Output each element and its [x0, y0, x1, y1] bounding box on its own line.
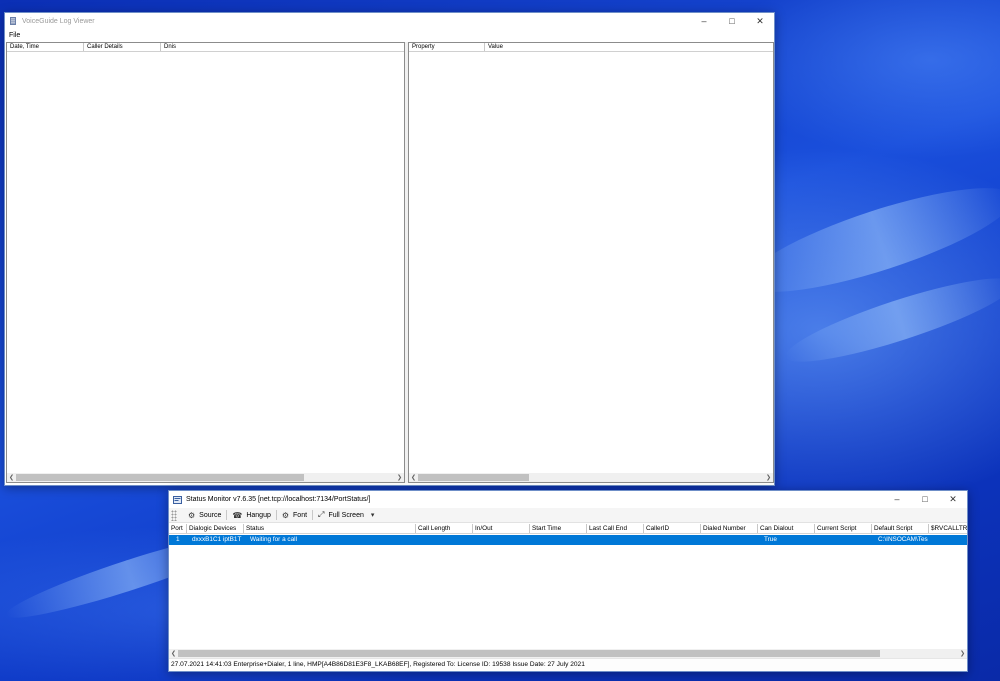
column-can-dialout[interactable]: Can Dialout [758, 524, 815, 533]
table-row[interactable]: 1 dxxxB1C1 iptB1T Waiting for a call Tru… [169, 535, 967, 545]
property-header: Property Value [409, 43, 773, 52]
column-caller-id[interactable]: CallerID [644, 524, 701, 533]
cell-port: 1 [176, 536, 180, 543]
property-pane[interactable]: Property Value ❮ ❯ [408, 42, 774, 483]
close-button[interactable]: ✕ [939, 491, 967, 507]
scroll-left-arrow-icon[interactable]: ❮ [169, 650, 178, 657]
column-value[interactable]: Value [485, 43, 773, 51]
scroll-thumb[interactable] [16, 474, 305, 481]
gear-icon: ⚙ [188, 510, 196, 520]
column-dialed-number[interactable]: Dialed Number [701, 524, 758, 533]
log-list-horizontal-scrollbar[interactable]: ❮ ❯ [7, 473, 404, 482]
close-icon: ✕ [949, 493, 957, 504]
cell-caller-id [644, 535, 701, 545]
hangup-label: Hangup [246, 511, 271, 519]
maximize-icon: □ [922, 494, 928, 504]
cell-call-length [416, 535, 473, 545]
expand-icon: ⤢ [318, 510, 325, 519]
status-monitor-window[interactable]: Status Monitor v7.6.35 [net.tcp://localh… [168, 490, 968, 672]
scroll-left-arrow-icon[interactable]: ❮ [7, 474, 16, 481]
menu-bar: File [5, 29, 774, 41]
log-viewer-app-icon [9, 17, 17, 25]
scroll-thumb[interactable] [178, 650, 880, 657]
column-status[interactable]: Status [244, 524, 416, 533]
cell-in-out [473, 535, 530, 545]
scroll-right-arrow-icon[interactable]: ❯ [395, 474, 404, 481]
property-horizontal-scrollbar[interactable]: ❮ ❯ [409, 473, 773, 482]
log-viewer-window[interactable]: VoiceGuide Log Viewer – □ ✕ File Date, T… [4, 12, 775, 486]
cell-status: Waiting for a call [250, 536, 297, 543]
toolbar-grip-icon[interactable] [171, 509, 177, 521]
column-date-time[interactable]: Date, Time [7, 43, 84, 51]
grid-header: Port Dialogic Devices Status Call Length… [169, 524, 967, 534]
menu-file[interactable]: File [5, 32, 24, 39]
column-property[interactable]: Property [409, 43, 485, 51]
minimize-icon: – [894, 494, 900, 504]
full-screen-label: Full Screen [328, 511, 364, 519]
close-button[interactable]: ✕ [746, 13, 774, 29]
maximize-button[interactable]: □ [718, 13, 746, 29]
scroll-left-arrow-icon[interactable]: ❮ [409, 474, 418, 481]
column-dnis[interactable]: Dnis [161, 43, 404, 51]
status-monitor-title: Status Monitor v7.6.35 [net.tcp://localh… [186, 496, 371, 503]
minimize-icon: – [701, 16, 707, 26]
font-label: Font [293, 511, 308, 519]
cell-can-dialout: True [764, 536, 777, 543]
cell-last-call-end [587, 535, 644, 545]
cell-rvcalltra [929, 535, 967, 545]
port-status-grid[interactable]: Port Dialogic Devices Status Call Length… [169, 524, 967, 649]
status-monitor-titlebar[interactable]: Status Monitor v7.6.35 [net.tcp://localh… [169, 491, 967, 508]
maximize-button[interactable]: □ [911, 491, 939, 507]
column-port[interactable]: Port [169, 524, 187, 533]
status-bar: 27.07.2021 14:41:03 Enterprise+Dialer, 1… [169, 658, 967, 671]
log-list-header: Date, Time Caller Details Dnis [7, 43, 404, 52]
font-button[interactable]: ⚙ Font [277, 511, 312, 520]
cell-start-time [530, 535, 587, 545]
font-gear-icon: ⚙ [281, 510, 290, 520]
column-dialogic-devices[interactable]: Dialogic Devices [187, 524, 244, 533]
full-screen-button[interactable]: ⤢ Full Screen [313, 510, 369, 520]
cell-dialed-number [701, 535, 758, 545]
column-caller-details[interactable]: Caller Details [84, 43, 161, 51]
cell-devices: dxxxB1C1 iptB1T [192, 536, 242, 543]
scroll-right-arrow-icon[interactable]: ❯ [764, 474, 773, 481]
toolbar-overflow-icon[interactable]: ▾ [371, 511, 375, 519]
source-label: Source [199, 511, 222, 519]
column-in-out[interactable]: In/Out [473, 524, 530, 533]
log-viewer-titlebar[interactable]: VoiceGuide Log Viewer – □ ✕ [5, 13, 774, 29]
maximize-icon: □ [729, 16, 735, 26]
column-start-time[interactable]: Start Time [530, 524, 587, 533]
close-icon: ✕ [756, 15, 764, 26]
hangup-button[interactable]: ☎ Hangup [227, 511, 276, 520]
log-viewer-title: VoiceGuide Log Viewer [22, 17, 95, 25]
grid-horizontal-scrollbar[interactable]: ❮ ❯ [169, 649, 967, 658]
cell-default-script: C:\INSOCAM\Tes [878, 536, 928, 543]
minimize-button[interactable]: – [690, 13, 718, 29]
column-last-call-end[interactable]: Last Call End [587, 524, 644, 533]
scroll-right-arrow-icon[interactable]: ❯ [958, 650, 967, 657]
minimize-button[interactable]: – [883, 491, 911, 507]
column-default-script[interactable]: Default Script [872, 524, 929, 533]
log-list-pane[interactable]: Date, Time Caller Details Dnis ❮ ❯ [6, 42, 405, 483]
scroll-thumb[interactable] [418, 474, 529, 481]
column-current-script[interactable]: Current Script [815, 524, 872, 533]
column-call-length[interactable]: Call Length [416, 524, 473, 533]
cell-current-script [815, 535, 872, 545]
phone-hangup-icon: ☎ [232, 510, 243, 520]
status-monitor-toolbar: ⚙ Source ☎ Hangup ⚙ Font ⤢ Full Screen ▾ [169, 508, 967, 523]
source-button[interactable]: ⚙ Source [183, 511, 226, 520]
status-monitor-app-icon [173, 495, 182, 504]
column-rvcalltra[interactable]: $RVCALLTRA [929, 524, 967, 533]
